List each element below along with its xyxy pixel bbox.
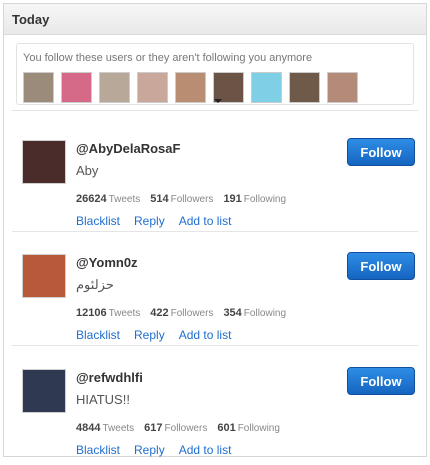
user-handle[interactable]: @AbyDelaRosaF [76,141,180,156]
tweets-stat: 4844 Tweets [76,422,135,434]
user-stats: 26624 Tweets 514 Followers 191 Following [76,193,286,205]
user-thumbnail[interactable] [289,72,320,103]
notice-text: You follow these users or they aren't fo… [23,52,313,64]
following-stat: 354 Following [223,307,287,319]
unfollow-notice: You follow these users or they aren't fo… [16,43,414,105]
followers-stat: 514 Followers [150,193,214,205]
user-thumbnail[interactable] [99,72,130,103]
user-actions: Blacklist Reply Add to list [76,214,231,228]
unfollowers-panel: Today You follow these users or they are… [3,3,427,457]
divider [12,231,418,232]
reply-link[interactable]: Reply [134,214,165,228]
user-thumbnail[interactable] [251,72,282,103]
user-card: @Yomn0z حزلئوم 12106 Tweets 422 Followers … [4,244,426,350]
user-card: @refwdhlfi HIATUS!! 4844 Tweets 617 Follow… [4,359,426,465]
followers-stat: 422 Followers [150,307,214,319]
user-thumbnail[interactable] [61,72,92,103]
user-thumbnail[interactable] [327,72,358,103]
tweets-stat: 12106 Tweets [76,307,141,319]
avatar[interactable] [22,254,66,298]
follow-button[interactable]: Follow [347,252,415,280]
blacklist-link[interactable]: Blacklist [76,214,120,228]
user-handle[interactable]: @Yomn0z [76,255,138,270]
add-to-list-link[interactable]: Add to list [179,214,232,228]
user-actions: Blacklist Reply Add to list [76,328,231,342]
user-bio: Aby [76,163,99,178]
following-stat: 601 Following [217,422,280,434]
add-to-list-link[interactable]: Add to list [179,328,232,342]
avatar[interactable] [22,140,66,184]
follow-button[interactable]: Follow [347,138,415,166]
reply-link[interactable]: Reply [134,443,165,457]
follow-button[interactable]: Follow [347,367,415,395]
blacklist-link[interactable]: Blacklist [76,328,120,342]
add-to-list-link[interactable]: Add to list [179,443,232,457]
user-thumbnail[interactable] [23,72,54,103]
user-stats: 4844 Tweets 617 Followers 601 Following [76,422,280,434]
section-title: Today [12,11,50,27]
expand-caret-icon[interactable] [214,99,222,103]
user-bio: HIATUS!! [76,392,130,407]
user-thumbnail-strip [23,72,358,103]
section-header: Today [4,4,426,35]
user-handle[interactable]: @refwdhlfi [76,370,143,385]
reply-link[interactable]: Reply [134,328,165,342]
divider [12,110,418,111]
divider [12,345,418,346]
blacklist-link[interactable]: Blacklist [76,443,120,457]
followers-stat: 617 Followers [144,422,208,434]
avatar[interactable] [22,369,66,413]
user-thumbnail[interactable] [137,72,168,103]
user-bio: حزلئوم [76,277,114,292]
following-stat: 191 Following [223,193,287,205]
user-thumbnail[interactable] [175,72,206,103]
user-actions: Blacklist Reply Add to list [76,443,231,457]
tweets-stat: 26624 Tweets [76,193,141,205]
user-card: @AbyDelaRosaF Aby 26624 Tweets 514 Followe… [4,130,426,236]
user-stats: 12106 Tweets 422 Followers 354 Following [76,307,286,319]
